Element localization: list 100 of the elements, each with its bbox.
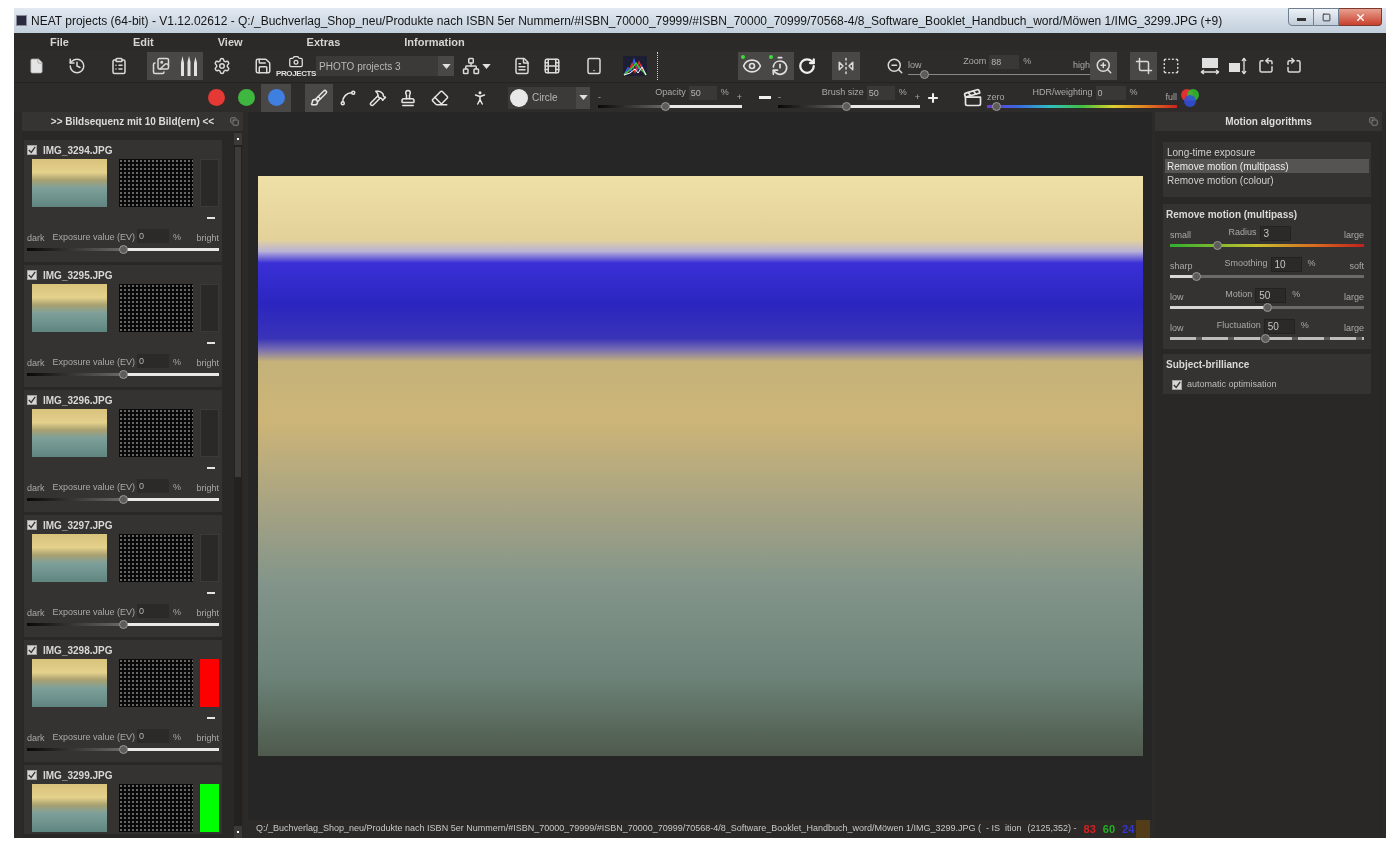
checkbox[interactable] [1172,379,1182,390]
value-input[interactable]: 10 [1270,257,1302,272]
undock-icon[interactable] [1369,117,1378,126]
color-channels-button[interactable] [1179,86,1201,109]
max-label: high [1073,60,1090,70]
caret-icon [578,95,588,100]
slider-thumb[interactable] [1212,241,1222,250]
undock-icon[interactable] [230,117,239,126]
value-input[interactable]: 50 [1263,319,1295,334]
algorithm-item[interactable]: Long-time exposure [1165,145,1369,159]
slider-thumb[interactable] [118,620,128,629]
slider-track[interactable] [27,370,219,379]
zoom-out-icon [885,57,904,75]
slider-label: Radius [1228,226,1257,238]
zoom-in-button[interactable] [1090,52,1117,80]
checkbox[interactable] [27,270,37,280]
mask-color-button[interactable] [261,83,291,112]
minus-icon [207,217,215,219]
value-input[interactable]: 50 [866,86,895,100]
value-input[interactable]: 3 [1259,226,1291,241]
slider-thumb[interactable] [118,745,128,754]
slider-track[interactable] [1170,272,1364,281]
settings-icon [213,57,231,75]
shape-select[interactable]: Circle [508,86,590,109]
slider-thumb[interactable] [841,101,851,111]
slider-track[interactable] [987,101,1177,111]
slider-thumb[interactable] [920,70,930,79]
slider-track[interactable] [27,245,219,254]
clapperboard-icon [963,87,983,108]
algorithm-item[interactable]: Remove motion (multipass) [1165,159,1369,173]
images-icon [152,57,170,75]
value-input[interactable]: 88 [989,54,1020,69]
slider-label: Zoom [963,54,987,68]
value-input[interactable]: 0 [137,229,170,243]
slider-thumb[interactable] [661,101,671,111]
value-input[interactable]: 0 [137,479,170,493]
crop-button[interactable] [1130,52,1157,80]
menu-item[interactable]: File [50,34,69,49]
file-name: IMG_3298.JPG [43,643,113,658]
minimize-button[interactable] [1288,8,1314,26]
brush-tool-button[interactable] [305,83,333,112]
mirror-button[interactable] [832,52,860,80]
cursor-position: (2125,352) - [1027,822,1077,836]
checkbox[interactable] [27,645,37,655]
menu-item[interactable]: Edit [132,34,154,49]
value-input[interactable]: 50 [688,86,717,100]
unit-label: % [173,731,182,743]
slider-label: Exposure value (EV) [52,606,136,618]
unit-label: % [173,356,182,368]
status-text: - IS [986,822,1000,836]
slider-track[interactable] [778,101,920,111]
slider-thumb[interactable] [992,101,1002,111]
value-input[interactable]: 0 [137,604,170,618]
value-input[interactable]: 0 [137,354,170,368]
value-input[interactable]: 0 [1095,86,1126,100]
slider-thumb[interactable] [118,245,128,254]
slider-thumb[interactable] [118,495,128,504]
value-input[interactable]: 50 [1255,288,1287,303]
scrollbar[interactable] [234,133,242,838]
max-label: bright [196,358,219,368]
max-label: full [1165,91,1177,102]
algorithm-item[interactable]: Remove motion (colour) [1165,173,1369,187]
slider-thumb[interactable] [1260,334,1270,343]
unit-label: % [173,606,182,618]
value-input[interactable]: 0 [137,729,170,743]
channel-value: 24 [1122,823,1135,835]
menu-item[interactable]: Extras [306,34,341,49]
slider-track[interactable] [27,495,219,504]
slider-track[interactable] [27,745,219,754]
menu-item[interactable]: Information [404,34,465,49]
eye-icon [742,56,762,76]
curve-icon [339,88,357,107]
unit-label: % [1291,288,1302,300]
checkbox[interactable] [27,770,37,780]
unit-label: % [1306,257,1317,269]
checkbox[interactable] [27,395,37,405]
slider-thumb[interactable] [1262,303,1272,312]
slider-track[interactable] [908,70,1090,79]
slider-track[interactable] [27,620,219,629]
network-icon [461,57,480,75]
menu-item[interactable]: View [217,34,243,49]
mirror-icon [837,57,855,75]
checkbox[interactable] [27,145,37,155]
brushes-button[interactable] [175,52,203,80]
slider-track[interactable] [1170,303,1364,312]
maximize-button[interactable] [1314,8,1339,26]
projects-button[interactable]: PROJECTS [277,52,315,80]
slider-thumb[interactable] [1192,272,1202,281]
close-button[interactable] [1339,8,1382,26]
slider-thumb[interactable] [118,370,128,379]
slider-label: Opacity [655,86,686,100]
plus-sign: + [736,91,742,102]
checkbox[interactable] [27,520,37,530]
slider-track[interactable] [1170,334,1364,343]
slider-track[interactable] [1170,241,1364,250]
project-select[interactable]: PHOTO projects 3 [316,56,454,76]
timer-button[interactable] [766,52,794,80]
slider-track[interactable] [598,101,742,111]
images-button[interactable] [147,52,175,80]
preview-button[interactable] [738,52,766,80]
